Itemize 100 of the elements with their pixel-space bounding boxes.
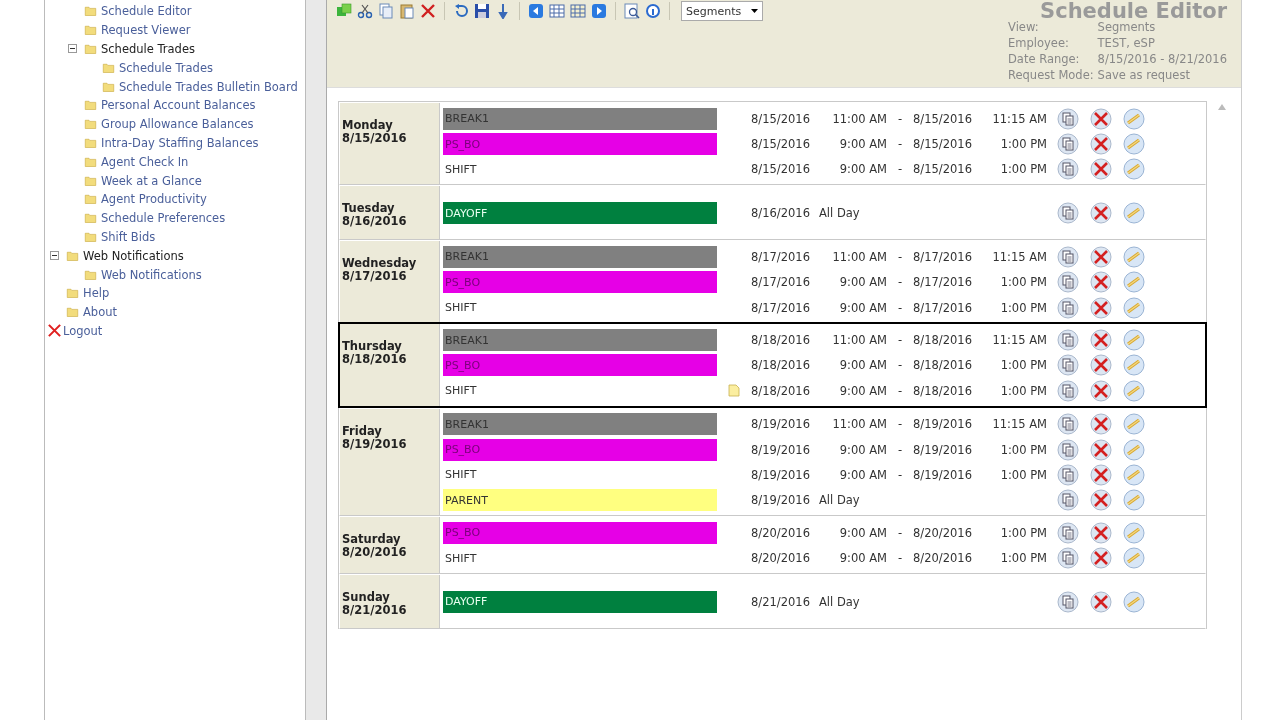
edit-icon[interactable] (1122, 464, 1145, 486)
copy-icon[interactable] (1056, 590, 1079, 613)
end-date: 8/17/2016 (913, 249, 973, 264)
grid-icon[interactable] (569, 3, 587, 19)
folder-icon (83, 5, 98, 18)
close-icon[interactable] (47, 323, 62, 339)
edit-icon[interactable] (1122, 521, 1145, 544)
delete-icon[interactable] (1089, 271, 1112, 294)
copy-icon[interactable] (1056, 158, 1079, 181)
copy-icon[interactable] (1056, 521, 1079, 544)
menu-item[interactable]: Group Allowance Balances (101, 117, 254, 132)
zoom-icon[interactable] (623, 3, 641, 19)
save-icon[interactable] (473, 3, 491, 19)
info-value: Segments (1097, 20, 1157, 34)
delete-icon[interactable] (1089, 413, 1112, 436)
delete-icon[interactable] (1089, 107, 1112, 130)
edit-icon[interactable] (1122, 489, 1145, 512)
start-time: 9:00 AM (838, 137, 887, 152)
grid-icon[interactable] (548, 3, 566, 19)
edit-icon[interactable] (1122, 107, 1145, 130)
menu-item[interactable]: Logout (63, 323, 103, 338)
copy-icon[interactable] (1056, 329, 1079, 352)
copy-icon[interactable] (1056, 245, 1079, 268)
delete-icon[interactable] (1089, 464, 1112, 486)
delete-icon[interactable] (1089, 158, 1112, 181)
delete-icon[interactable] (1089, 547, 1112, 570)
menu-item[interactable]: Shift Bids (101, 229, 156, 244)
info-value: 8/15/2016 - 8/21/2016 (1097, 52, 1227, 66)
edit-icon[interactable] (1122, 413, 1145, 436)
collapse-toggle[interactable] (68, 44, 77, 54)
delete-icon[interactable] (1089, 521, 1112, 544)
delete-icon[interactable] (1089, 354, 1112, 377)
menu-item[interactable]: Agent Productivity (101, 192, 207, 207)
edit-icon[interactable] (1122, 245, 1145, 268)
menu-item[interactable]: Request Viewer (101, 23, 191, 38)
collapse-toggle[interactable] (50, 251, 59, 261)
copy-icon[interactable] (1056, 438, 1079, 461)
splitter-bar[interactable] (306, 0, 327, 720)
copy-icon[interactable] (1056, 547, 1079, 570)
delete-icon[interactable] (1089, 202, 1112, 225)
delete-icon[interactable] (1089, 379, 1112, 402)
edit-icon[interactable] (1122, 202, 1145, 225)
segment-bar[interactable]: DAYOFF (443, 590, 717, 613)
menu-item[interactable]: Help (83, 286, 110, 301)
scroll-up-icon[interactable] (1218, 104, 1227, 110)
copy-icon[interactable] (1056, 107, 1079, 130)
menu-item[interactable]: Schedule Editor (101, 4, 192, 19)
edit-icon[interactable] (1122, 354, 1145, 377)
delete-icon[interactable] (1089, 438, 1112, 461)
back-icon[interactable] (527, 3, 545, 19)
edit-icon[interactable] (1122, 379, 1145, 402)
delete-icon[interactable] (1089, 296, 1112, 319)
copy-icon[interactable] (1056, 413, 1079, 436)
menu-item[interactable]: Schedule Trades Bulletin Board (119, 79, 298, 94)
copy-icon[interactable] (1056, 464, 1079, 486)
edit-icon[interactable] (1122, 547, 1145, 570)
menu-item[interactable]: Schedule Trades (101, 42, 195, 56)
edit-icon[interactable] (1122, 438, 1145, 461)
copy-icon[interactable] (1056, 271, 1079, 294)
delete-icon[interactable] (1089, 133, 1112, 156)
delete-icon[interactable] (1089, 329, 1112, 352)
forward-icon[interactable] (590, 3, 608, 19)
start-date: 8/18/2016 (751, 383, 811, 398)
delete-icon[interactable] (1089, 590, 1112, 613)
delete-icon[interactable] (1089, 245, 1112, 268)
delete-icon[interactable] (419, 3, 437, 19)
add-icon[interactable] (335, 3, 353, 19)
menu-item[interactable]: Web Notifications (101, 267, 202, 282)
view-dropdown[interactable]: Segments (681, 1, 764, 21)
copy-icon[interactable] (1056, 296, 1079, 319)
edit-icon[interactable] (1122, 158, 1145, 181)
edit-icon[interactable] (1122, 133, 1145, 156)
copy-icon[interactable] (1056, 379, 1079, 402)
copy-icon[interactable] (1056, 489, 1079, 512)
segment-bar[interactable]: DAYOFF (443, 202, 717, 225)
edit-icon[interactable] (1122, 590, 1145, 613)
menu-item[interactable]: About (83, 305, 117, 320)
menu-item[interactable]: Agent Check In (101, 154, 189, 169)
copy-icon[interactable] (377, 3, 395, 19)
edit-icon[interactable] (1122, 271, 1145, 294)
menu-item[interactable]: Intra-Day Staffing Balances (101, 135, 259, 150)
menu-item[interactable]: Personal Account Balances (101, 98, 256, 113)
menu-item[interactable]: Web Notifications (83, 248, 184, 263)
end-time: 11:15 AM (991, 417, 1047, 432)
cut-icon[interactable] (356, 3, 374, 19)
start-date: 8/18/2016 (751, 358, 811, 373)
menu-item[interactable]: Week at a Glance (101, 173, 202, 188)
delete-icon[interactable] (1089, 489, 1112, 512)
help-icon[interactable] (644, 3, 662, 19)
copy-icon[interactable] (1056, 133, 1079, 156)
copy-icon[interactable] (1056, 354, 1079, 377)
start-date: 8/17/2016 (751, 275, 811, 290)
menu-item[interactable]: Schedule Preferences (101, 211, 226, 226)
end-time: 1:00 PM (999, 300, 1047, 315)
edit-icon[interactable] (1122, 329, 1145, 352)
copy-icon[interactable] (1056, 202, 1079, 225)
paste-icon[interactable] (398, 3, 416, 19)
segment-bar[interactable]: PARENT (443, 489, 717, 512)
edit-icon[interactable] (1122, 296, 1145, 319)
menu-item[interactable]: Schedule Trades (119, 60, 213, 75)
